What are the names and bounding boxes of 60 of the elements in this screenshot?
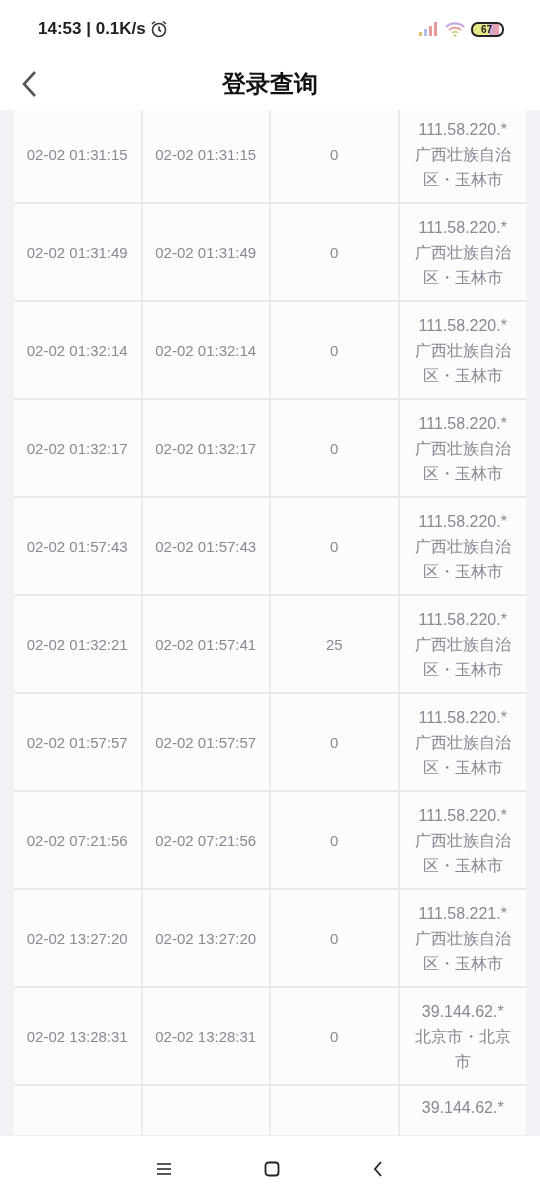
location-text: 广西壮族自治区・玉林市	[413, 144, 512, 190]
ip-address: 111.58.220.*	[418, 217, 507, 238]
logout-time: 02-02 01:32:17	[155, 439, 257, 457]
logout-time: 02-02 07:21:56	[155, 831, 257, 849]
logout-time: 02-02 01:31:49	[155, 243, 257, 261]
ip-address: 39.144.62.*	[421, 1098, 504, 1118]
ip-address: 111.58.221.*	[418, 903, 507, 924]
menu-button[interactable]	[156, 1161, 172, 1176]
login-time: 02-02 01:31:49	[26, 243, 128, 261]
alarm-icon	[149, 20, 168, 38]
login-time: 02-02 01:57:43	[26, 537, 128, 555]
location-text: 广西壮族自治区・玉林市	[413, 536, 512, 582]
page-title: 登录查询	[222, 69, 318, 100]
location-text: 广西壮族自治区・玉林市	[413, 928, 512, 974]
logout-time: 02-02 13:27:20	[155, 929, 257, 947]
count-value: 0	[330, 929, 339, 947]
count-value: 0	[330, 1027, 339, 1045]
signal-icon	[418, 22, 439, 36]
ip-address: 111.58.220.*	[418, 805, 507, 826]
location-text: 广西壮族自治区・玉林市	[413, 830, 512, 876]
back-nav-button[interactable]	[372, 1160, 384, 1177]
location-text: 广西壮族自治区・玉林市	[413, 732, 512, 778]
home-button[interactable]	[264, 1160, 280, 1177]
logout-time: 02-02 01:57:43	[155, 537, 257, 555]
ip-address: 39.144.62.*	[421, 1001, 504, 1022]
count-value: 0	[330, 341, 339, 359]
ip-address: 111.58.220.*	[418, 119, 507, 140]
count-value: 0	[330, 831, 339, 849]
login-time: 02-02 01:32:21	[26, 635, 128, 653]
wifi-icon	[444, 21, 465, 37]
login-time: 02-02 01:32:14	[26, 341, 128, 359]
count-value: 0	[330, 439, 339, 457]
login-time: 02-02 01:57:57	[26, 733, 128, 751]
location-text: 广西壮族自治区・玉林市	[413, 438, 512, 484]
ip-address: 111.58.220.*	[418, 609, 507, 630]
count-value: 0	[330, 733, 339, 751]
logout-time: 02-02 01:32:14	[155, 341, 257, 359]
count-value: 25	[325, 635, 343, 653]
ip-address: 111.58.220.*	[418, 511, 507, 532]
logout-time: 02-02 01:57:41	[155, 635, 257, 653]
count-value: 0	[330, 145, 339, 163]
location-text: 广西壮族自治区・玉林市	[413, 340, 512, 386]
logout-time: 02-02 01:31:15	[155, 145, 257, 163]
ip-address: 111.58.220.*	[418, 707, 507, 728]
location-text: 广西壮族自治区・玉林市	[413, 242, 512, 288]
login-time: 02-02 13:27:20	[26, 929, 128, 947]
login-time: 02-02 01:32:17	[26, 439, 128, 457]
ip-address: 111.58.220.*	[418, 315, 507, 336]
battery-indicator: 67	[470, 21, 504, 37]
logout-time: 02-02 01:57:57	[155, 733, 257, 751]
login-time: 02-02 01:31:15	[26, 145, 128, 163]
location-text: 广西壮族自治区・玉林市	[413, 634, 512, 680]
login-time: 02-02 07:21:56	[26, 831, 128, 849]
login-time: 02-02 13:28:31	[26, 1027, 128, 1045]
status-time: 14:53 | 0.1K/s	[38, 19, 146, 39]
location-text: 北京市・北京市	[413, 1026, 512, 1072]
count-value: 0	[330, 537, 339, 555]
ip-address: 111.58.220.*	[418, 413, 507, 434]
logout-time: 02-02 13:28:31	[155, 1027, 257, 1045]
count-value: 0	[330, 243, 339, 261]
